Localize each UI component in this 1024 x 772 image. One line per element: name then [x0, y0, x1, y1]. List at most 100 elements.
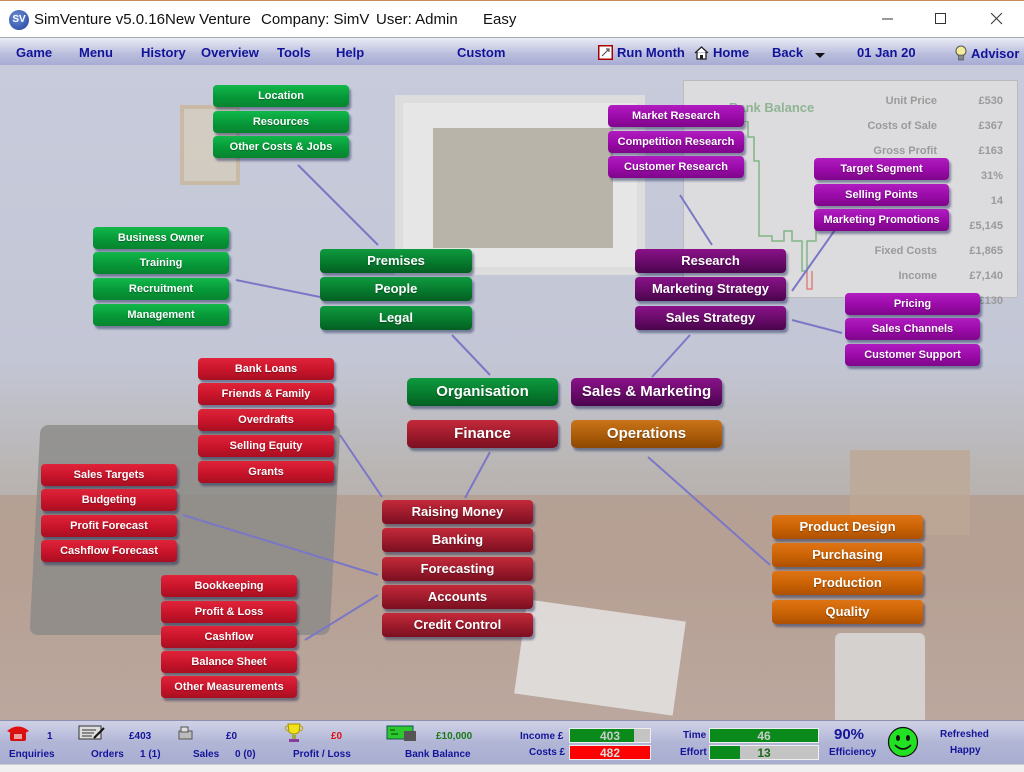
minimize-button[interactable]	[865, 1, 911, 38]
customer-research-button[interactable]: Customer Research	[608, 156, 744, 178]
marketing-promotions-button[interactable]: Marketing Promotions	[814, 209, 949, 231]
sales-value: £0	[226, 731, 238, 742]
accounts-button[interactable]: Accounts	[382, 585, 533, 609]
credit-control-button[interactable]: Credit Control	[382, 613, 533, 637]
connector-line	[651, 334, 691, 378]
back-dropdown[interactable]	[815, 45, 829, 60]
advisor-label: Advisor	[971, 46, 1020, 61]
cash-register-icon	[178, 726, 193, 740]
profit-loss-button[interactable]: Profit & Loss	[161, 601, 297, 623]
maximize-button[interactable]	[918, 1, 964, 38]
business-owner-button[interactable]: Business Owner	[93, 227, 229, 249]
research-button[interactable]: Research	[635, 249, 786, 273]
pricing-button[interactable]: Pricing	[845, 293, 980, 315]
bookkeeping-button[interactable]: Bookkeeping	[161, 575, 297, 597]
premises-button[interactable]: Premises	[320, 249, 472, 273]
target-segment-button[interactable]: Target Segment	[814, 158, 949, 180]
income-bar: 403	[569, 728, 651, 743]
cashflow-forecast-button[interactable]: Cashflow Forecast	[41, 540, 177, 562]
run-month-icon	[597, 44, 614, 61]
advisor-button[interactable]: Advisor	[955, 45, 1019, 61]
home-icon	[694, 46, 709, 60]
time-bar: 46	[709, 728, 819, 743]
connector-line	[182, 514, 379, 576]
user-name: User: Admin	[376, 11, 458, 28]
people-button[interactable]: People	[320, 277, 472, 301]
profit-forecast-button[interactable]: Profit Forecast	[41, 515, 177, 537]
enquiries-label: Enquiries	[9, 749, 55, 760]
production-button[interactable]: Production	[772, 571, 923, 595]
balance-sheet-button[interactable]: Balance Sheet	[161, 651, 297, 673]
other-costs-jobs-button[interactable]: Other Costs & Jobs	[213, 136, 349, 158]
home-button[interactable]: Home	[694, 45, 749, 60]
product-design-button[interactable]: Product Design	[772, 515, 923, 539]
sales-strategy-button[interactable]: Sales Strategy	[635, 306, 786, 330]
effort-bar: 13	[709, 745, 819, 760]
operations-hub-button[interactable]: Operations	[571, 420, 722, 448]
recruitment-button[interactable]: Recruitment	[93, 278, 229, 300]
window-title-bar: SV SimVenture v5.0.16 New Venture Compan…	[0, 0, 1024, 37]
scenario-name: New Venture	[165, 11, 251, 28]
organisation-hub-button[interactable]: Organisation	[407, 378, 558, 406]
bank-balance-label: Bank Balance	[405, 749, 471, 760]
overdrafts-button[interactable]: Overdrafts	[198, 409, 334, 431]
run-month-button[interactable]: Run Month	[597, 44, 685, 61]
time-value: 46	[757, 729, 771, 743]
costs-label: Costs £	[529, 747, 566, 758]
sales-targets-button[interactable]: Sales Targets	[41, 464, 177, 486]
management-button[interactable]: Management	[93, 304, 229, 326]
marketing-strategy-button[interactable]: Marketing Strategy	[635, 277, 786, 301]
profit-loss-label: Profit / Loss	[293, 749, 351, 760]
costs-value: 482	[599, 746, 621, 760]
bank-balance-value: £10,000	[436, 731, 473, 742]
sales-channels-button[interactable]: Sales Channels	[845, 318, 980, 340]
finance-hub-button[interactable]: Finance	[407, 420, 558, 448]
menu-help[interactable]: Help	[336, 45, 364, 60]
maximize-icon	[935, 13, 946, 24]
effort-value: 13	[757, 746, 771, 760]
menu-overview[interactable]: Overview	[201, 45, 259, 60]
efficiency-value: 90%	[834, 726, 865, 743]
location-button[interactable]: Location	[213, 85, 349, 107]
income-value: 403	[599, 729, 621, 743]
time-label: Time	[683, 730, 707, 741]
menu-history[interactable]: History	[141, 45, 186, 60]
quality-button[interactable]: Quality	[772, 600, 923, 624]
budgeting-button[interactable]: Budgeting	[41, 489, 177, 511]
selling-points-button[interactable]: Selling Points	[814, 184, 949, 206]
menu-tools[interactable]: Tools	[277, 45, 311, 60]
connector-line	[297, 164, 379, 246]
connector-line	[464, 451, 491, 499]
close-button[interactable]	[974, 1, 1020, 38]
efficiency-label: Efficiency	[829, 747, 877, 758]
smiley-face-icon	[887, 726, 919, 758]
legal-button[interactable]: Legal	[320, 306, 472, 330]
training-button[interactable]: Training	[93, 252, 229, 274]
market-research-button[interactable]: Market Research	[608, 105, 744, 127]
bank-loans-button[interactable]: Bank Loans	[198, 358, 334, 380]
menu-menu[interactable]: Menu	[79, 45, 113, 60]
sales-marketing-hub-button[interactable]: Sales & Marketing	[571, 378, 722, 406]
raising-money-button[interactable]: Raising Money	[382, 500, 533, 524]
customer-support-button[interactable]: Customer Support	[845, 344, 980, 366]
friends-family-button[interactable]: Friends & Family	[198, 383, 334, 405]
banking-button[interactable]: Banking	[382, 528, 533, 552]
orders-value: £403	[129, 731, 152, 742]
profit-loss-value: £0	[331, 731, 343, 742]
purchasing-button[interactable]: Purchasing	[772, 543, 923, 567]
bottom-strip	[0, 764, 1024, 772]
menu-game[interactable]: Game	[16, 45, 52, 60]
grants-button[interactable]: Grants	[198, 461, 334, 483]
forecasting-button[interactable]: Forecasting	[382, 557, 533, 581]
competition-research-button[interactable]: Competition Research	[608, 131, 744, 153]
back-button[interactable]: Back	[772, 45, 803, 60]
selling-equity-button[interactable]: Selling Equity	[198, 435, 334, 457]
resources-button[interactable]: Resources	[213, 111, 349, 133]
enquiries-value: 1	[47, 731, 53, 742]
menu-bar: Game Menu History Overview Tools Help Cu…	[0, 37, 1024, 65]
connector-line	[791, 319, 843, 334]
orders-icon	[78, 725, 105, 740]
income-label: Income £	[520, 731, 564, 742]
other-measurements-button[interactable]: Other Measurements	[161, 676, 297, 698]
cashflow-button[interactable]: Cashflow	[161, 626, 297, 648]
